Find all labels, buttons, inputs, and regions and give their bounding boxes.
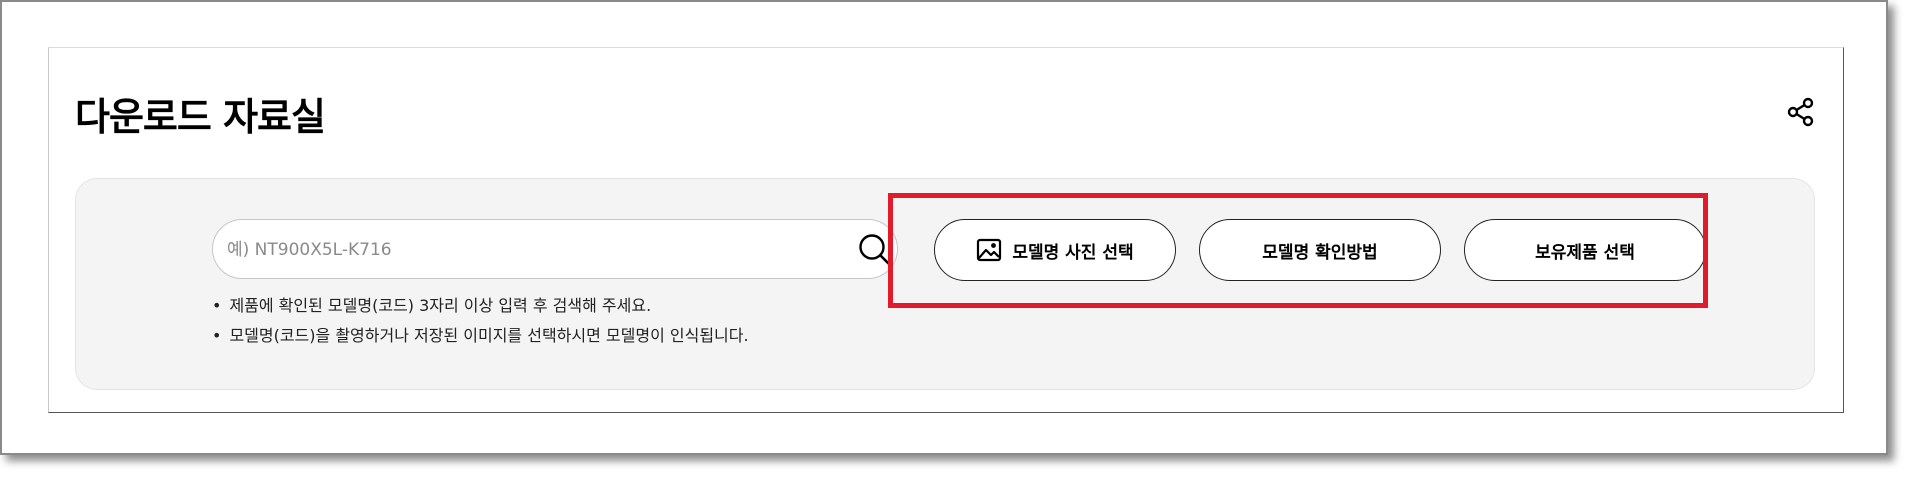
note-item: 제품에 확인된 모델명(코드) 3자리 이상 입력 후 검색해 주세요.: [212, 291, 749, 321]
share-icon[interactable]: [1785, 96, 1817, 128]
download-center-panel: 다운로드 자료실 제품에 확인된 모델: [48, 47, 1844, 413]
search-area: 제품에 확인된 모델명(코드) 3자리 이상 입력 후 검색해 주세요. 모델명…: [75, 178, 1815, 390]
how-to-check-button[interactable]: 모델명 확인방법: [1199, 219, 1441, 281]
image-icon: [976, 237, 1002, 263]
search-field: [212, 219, 898, 280]
model-search-input[interactable]: [225, 220, 829, 280]
screenshot-frame: 다운로드 자료실 제품에 확인된 모델: [0, 0, 1888, 455]
page-title: 다운로드 자료실: [75, 95, 326, 139]
photo-select-button[interactable]: 모델명 사진 선택: [934, 219, 1176, 281]
owned-product-label: 보유제품 선택: [1535, 242, 1635, 263]
search-icon[interactable]: [855, 230, 895, 270]
how-to-check-label: 모델명 확인방법: [1262, 242, 1378, 263]
owned-product-button[interactable]: 보유제품 선택: [1464, 219, 1706, 281]
note-item: 모델명(코드)을 촬영하거나 저장된 이미지를 선택하시면 모델명이 인식됩니다…: [212, 321, 748, 351]
search-notes: 제품에 확인된 모델명(코드) 3자리 이상 입력 후 검색해 주세요. 모델명…: [212, 291, 749, 351]
photo-select-label: 모델명 사진 선택: [1012, 242, 1134, 263]
